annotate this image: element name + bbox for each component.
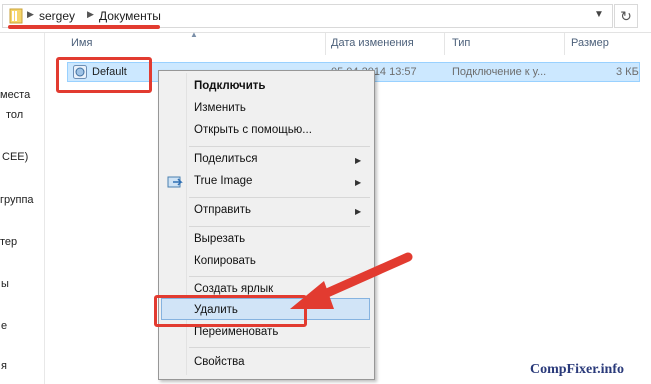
menu-item-send-to[interactable]: Отправить — [194, 204, 251, 216]
nav-item[interactable]: тол — [6, 109, 23, 121]
nav-item[interactable]: я — [1, 360, 7, 372]
chevron-down-icon[interactable]: ▼ — [594, 9, 604, 20]
context-menu: Подключить Изменить Открыть с помощью...… — [158, 70, 375, 380]
column-header-date[interactable]: Дата изменения — [331, 37, 414, 49]
menu-item-edit[interactable]: Изменить — [194, 102, 246, 114]
column-header-name[interactable]: Имя — [71, 37, 92, 49]
breadcrumb-separator-icon: ▶ — [27, 9, 34, 19]
nav-item[interactable]: е — [1, 320, 7, 332]
annotation-underline — [8, 25, 160, 29]
folder-icon — [9, 8, 23, 24]
menu-item-copy[interactable]: Копировать — [194, 255, 256, 267]
menu-item-open-with[interactable]: Открыть с помощью... — [194, 124, 312, 136]
menu-separator — [189, 226, 370, 227]
menu-item-share[interactable]: Поделиться — [194, 153, 258, 165]
column-header-size[interactable]: Размер — [571, 37, 609, 49]
file-size: 3 КБ — [616, 66, 639, 78]
nav-item[interactable]: ы — [1, 278, 9, 290]
menu-separator — [189, 146, 370, 147]
menu-item-connect[interactable]: Подключить — [194, 80, 265, 92]
annotation-arrow-icon — [290, 252, 413, 309]
menu-item-properties[interactable]: Свойства — [194, 356, 245, 368]
column-divider[interactable] — [325, 33, 326, 55]
breadcrumb-separator-icon: ▶ — [87, 9, 94, 19]
true-image-icon — [167, 176, 183, 188]
watermark: CompFixer.info — [530, 362, 624, 377]
menu-item-cut[interactable]: Вырезать — [194, 233, 245, 245]
breadcrumb-sergey[interactable]: sergey — [39, 8, 75, 24]
submenu-arrow-icon: ▶ — [355, 178, 362, 187]
navigation-pane: места тол CEE) группа тер ы е я — [0, 33, 44, 384]
annotation-box-file — [56, 57, 152, 93]
menu-item-true-image[interactable]: True Image — [194, 175, 252, 187]
menu-item-rename[interactable]: Переименовать — [194, 326, 278, 338]
refresh-icon[interactable]: ↻ — [614, 4, 638, 28]
nav-item[interactable]: CEE) — [2, 151, 28, 163]
column-divider[interactable] — [444, 33, 445, 55]
menu-separator — [189, 347, 370, 348]
nav-item[interactable]: тер — [0, 236, 17, 248]
breadcrumb-documents[interactable]: Документы — [99, 8, 161, 24]
nav-item[interactable]: группа — [0, 194, 34, 206]
submenu-arrow-icon: ▶ — [355, 156, 362, 165]
column-divider[interactable] — [564, 33, 565, 55]
file-type: Подключение к у... — [452, 66, 547, 78]
pane-divider — [44, 33, 45, 384]
sort-arrow-icon: ▲ — [190, 30, 198, 39]
menu-separator — [189, 197, 370, 198]
menu-gutter — [186, 73, 187, 375]
submenu-arrow-icon: ▶ — [355, 207, 362, 216]
nav-item[interactable]: места — [0, 89, 30, 101]
menu-item-create-shortcut[interactable]: Создать ярлык — [194, 283, 273, 295]
column-header-type[interactable]: Тип — [452, 37, 470, 49]
